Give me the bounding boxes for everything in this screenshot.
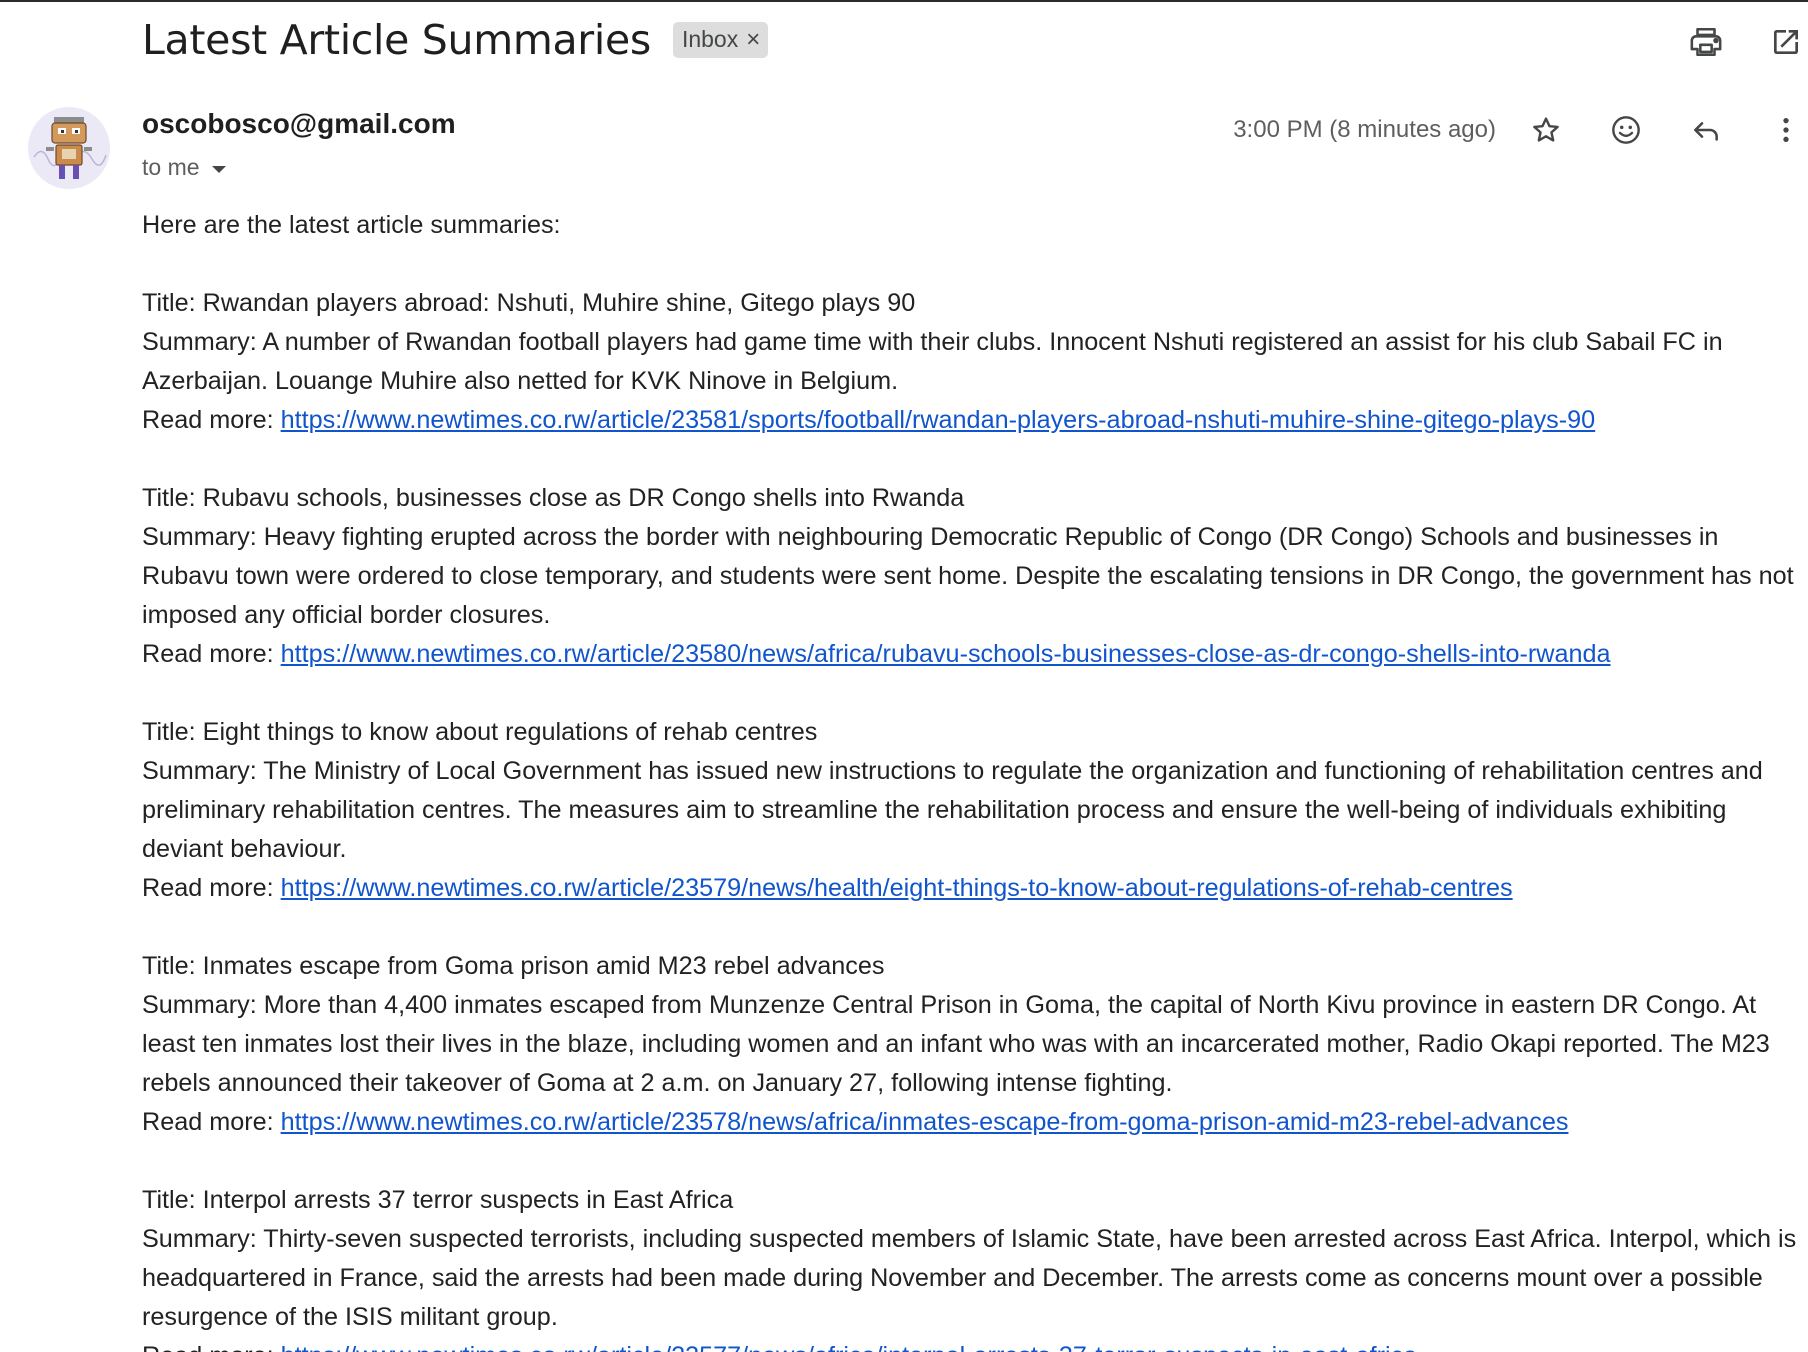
article-read-more: Read more: https://www.newtimes.co.rw/ar… xyxy=(142,401,1808,440)
more-options-button[interactable] xyxy=(1764,108,1808,152)
recipient-details-toggle[interactable]: to me xyxy=(142,154,456,181)
article-read-more: Read more: https://www.newtimes.co.rw/ar… xyxy=(142,635,1808,674)
open-in-new-window-icon xyxy=(1774,30,1798,54)
article-link[interactable]: https://www.newtimes.co.rw/article/23578… xyxy=(281,1108,1569,1136)
email-intro: Here are the latest article summaries: xyxy=(142,211,561,239)
article-summary: Summary: More than 4,400 inmates escaped… xyxy=(142,991,1770,1097)
read-more-label: Read more: xyxy=(142,406,274,434)
read-more-label: Read more: xyxy=(142,874,274,902)
robot-avatar-icon xyxy=(33,117,107,179)
article-summary: Summary: A number of Rwandan football pl… xyxy=(142,328,1723,395)
article-title: Title: Eight things to know about regula… xyxy=(142,718,818,746)
article-summary: Summary: Thirty-seven suspected terroris… xyxy=(142,1225,1797,1331)
article-title: Title: Rwandan players abroad: Nshuti, M… xyxy=(142,289,916,317)
sender-avatar[interactable] xyxy=(28,107,110,189)
recipient-text: to me xyxy=(142,154,200,180)
article-item: Title: Eight things to know about regula… xyxy=(142,713,1808,908)
article-read-more: Read more: https://www.newtimes.co.rw/ar… xyxy=(142,869,1808,908)
chevron-down-icon xyxy=(211,165,226,173)
star-icon xyxy=(1533,117,1559,142)
add-reaction-button[interactable] xyxy=(1604,108,1648,152)
email-view: Latest Article Summaries Inbox × oscobos… xyxy=(0,0,1808,1352)
article-item: Title: Rubavu schools, businesses close … xyxy=(142,479,1808,674)
article-link[interactable]: https://www.newtimes.co.rw/article/23577… xyxy=(281,1342,1418,1352)
email-body: Here are the latest article summaries: T… xyxy=(142,206,1808,1352)
add-reaction-icon xyxy=(1612,116,1640,144)
timestamp: 3:00 PM (8 minutes ago) xyxy=(1233,116,1496,143)
print-icon xyxy=(1690,27,1722,57)
remove-label-icon[interactable]: × xyxy=(746,27,760,52)
article-link[interactable]: https://www.newtimes.co.rw/article/23581… xyxy=(281,406,1596,434)
reply-icon xyxy=(1694,122,1718,141)
article-summary: Summary: Heavy fighting erupted across t… xyxy=(142,523,1794,629)
reply-button[interactable] xyxy=(1684,108,1728,152)
article-summary: Summary: The Ministry of Local Governmen… xyxy=(142,757,1763,863)
read-more-label: Read more: xyxy=(142,1342,274,1352)
sender-email[interactable]: oscobosco@gmail.com xyxy=(142,108,456,140)
article-title: Title: Inmates escape from Goma prison a… xyxy=(142,952,885,980)
open-in-new-window-button[interactable] xyxy=(1764,20,1808,64)
read-more-label: Read more: xyxy=(142,1108,274,1136)
email-subject: Latest Article Summaries xyxy=(142,16,651,64)
article-read-more: Read more: https://www.newtimes.co.rw/ar… xyxy=(142,1337,1808,1352)
top-actions xyxy=(1648,20,1808,64)
subject-row: Latest Article Summaries Inbox × xyxy=(142,16,769,64)
label-chip-text: Inbox xyxy=(681,26,739,52)
star-button[interactable] xyxy=(1524,108,1568,152)
article-title: Title: Rubavu schools, businesses close … xyxy=(142,484,965,512)
print-button[interactable] xyxy=(1684,20,1728,64)
article-title: Title: Interpol arrests 37 terror suspec… xyxy=(142,1186,734,1214)
article-read-more: Read more: https://www.newtimes.co.rw/ar… xyxy=(142,1103,1808,1142)
article-item: Title: Rwandan players abroad: Nshuti, M… xyxy=(142,284,1808,440)
sender-block: oscobosco@gmail.com to me xyxy=(142,108,456,181)
article-item: Title: Interpol arrests 37 terror suspec… xyxy=(142,1181,1808,1352)
article-link[interactable]: https://www.newtimes.co.rw/article/23579… xyxy=(281,874,1513,902)
read-more-label: Read more: xyxy=(142,640,274,668)
more-options-icon xyxy=(1783,118,1789,142)
label-chip-inbox[interactable]: Inbox × xyxy=(672,22,769,58)
message-meta: 3:00 PM (8 minutes ago) xyxy=(1233,108,1808,152)
article-link[interactable]: https://www.newtimes.co.rw/article/23580… xyxy=(281,640,1611,668)
article-item: Title: Inmates escape from Goma prison a… xyxy=(142,947,1808,1142)
